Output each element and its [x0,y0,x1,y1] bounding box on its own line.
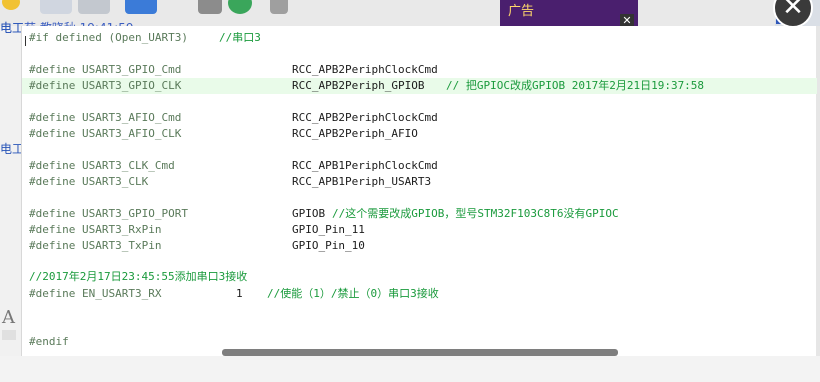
code-line: #define USART3_AFIO_CLK RCC_APB2Periph_A… [22,126,817,142]
image-icon [125,0,157,14]
code-directive: #define USART3_CLK [29,175,149,188]
code-comment: // 把GPIOC改成GPIOB 2017年2月21日19:37:58 [446,79,705,92]
horizontal-scrollbar[interactable] [222,349,618,356]
code-line: #define EN_USART3_RX 1 //使能（1）/禁止（0）串口3接… [22,286,817,302]
code-line: #define USART3_TxPin GPIO_Pin_10 [22,238,817,254]
code-line: #define USART3_RxPin GPIO_Pin_11 [22,222,817,238]
code-directive: #define USART3_GPIO_CLK [29,79,182,92]
code-value: RCC_APB2PeriphClockCmd [292,111,438,124]
avatar [40,0,72,14]
code-line: #define USART3_AFIO_Cmd RCC_APB2PeriphCl… [22,110,817,126]
code-line: #if defined (Open_UART3) //串口3 [22,30,817,46]
code-viewer[interactable]: #if defined (Open_UART3) //串口3 #define U… [21,26,817,356]
monitor-icon [78,0,110,14]
code-comment: //这个需要改成GPIOB，型号STM32F103C8T6没有GPIOC [332,207,619,220]
medal-icon [2,0,20,10]
check-icon [228,0,252,14]
code-line: #define USART3_GPIO_Cmd RCC_APB2PeriphCl… [22,62,817,78]
thumbnail-image [198,0,222,14]
code-value: GPIOB [292,207,326,220]
code-line: #endif [22,334,817,350]
code-line: #define USART3_CLK_Cmd RCC_APB1PeriphClo… [22,158,817,174]
code-value: GPIO_Pin_11 [292,223,365,236]
code-line: #define USART3_CLK RCC_APB1Periph_USART3 [22,174,817,190]
code-directive: #define USART3_RxPin [29,223,162,236]
code-line: //2017年2月17日23:45:55添加串口3接收 [22,269,817,285]
background-block [2,330,16,340]
cursor [25,36,26,46]
code-directive: #define USART3_GPIO_Cmd [29,63,182,76]
code-value: RCC_APB1Periph_USART3 [292,175,432,188]
code-comment: //2017年2月17日23:45:55添加串口3接收 [29,270,248,283]
code-value: GPIO_Pin_10 [292,239,365,252]
code-directive: #endif [29,335,69,348]
code-value: 1 [236,287,243,300]
code-value: RCC_APB2Periph_GPIOB [292,79,425,92]
code-directive: #if defined (Open_UART3) [29,31,188,44]
code-directive: #define USART3_AFIO_Cmd [29,111,182,124]
thumbnail-image [270,0,288,14]
code-value: RCC_APB2Periph_AFIO [292,127,418,140]
code-comment: //串口3 [219,31,261,44]
code-directive: #define EN_USART3_RX [29,287,162,300]
code-line-highlighted: #define USART3_GPIO_CLK RCC_APB2Periph_G… [22,78,817,94]
code-directive: #define USART3_AFIO_CLK [29,127,182,140]
code-line: #define USART3_GPIO_PORT GPIOB //这个需要改成G… [22,206,817,222]
code-directive: #define USART3_CLK_Cmd [29,159,175,172]
code-value: RCC_APB1PeriphClockCmd [292,159,438,172]
ad-label: 广告 [508,4,535,19]
code-comment: //使能（1）/禁止（0）串口3接收 [267,287,439,300]
code-directive: #define USART3_TxPin [29,239,162,252]
code-directive: #define USART3_GPIO_PORT [29,207,188,220]
font-icon[interactable]: A [2,307,15,328]
code-value: RCC_APB2PeriphClockCmd [292,63,438,76]
